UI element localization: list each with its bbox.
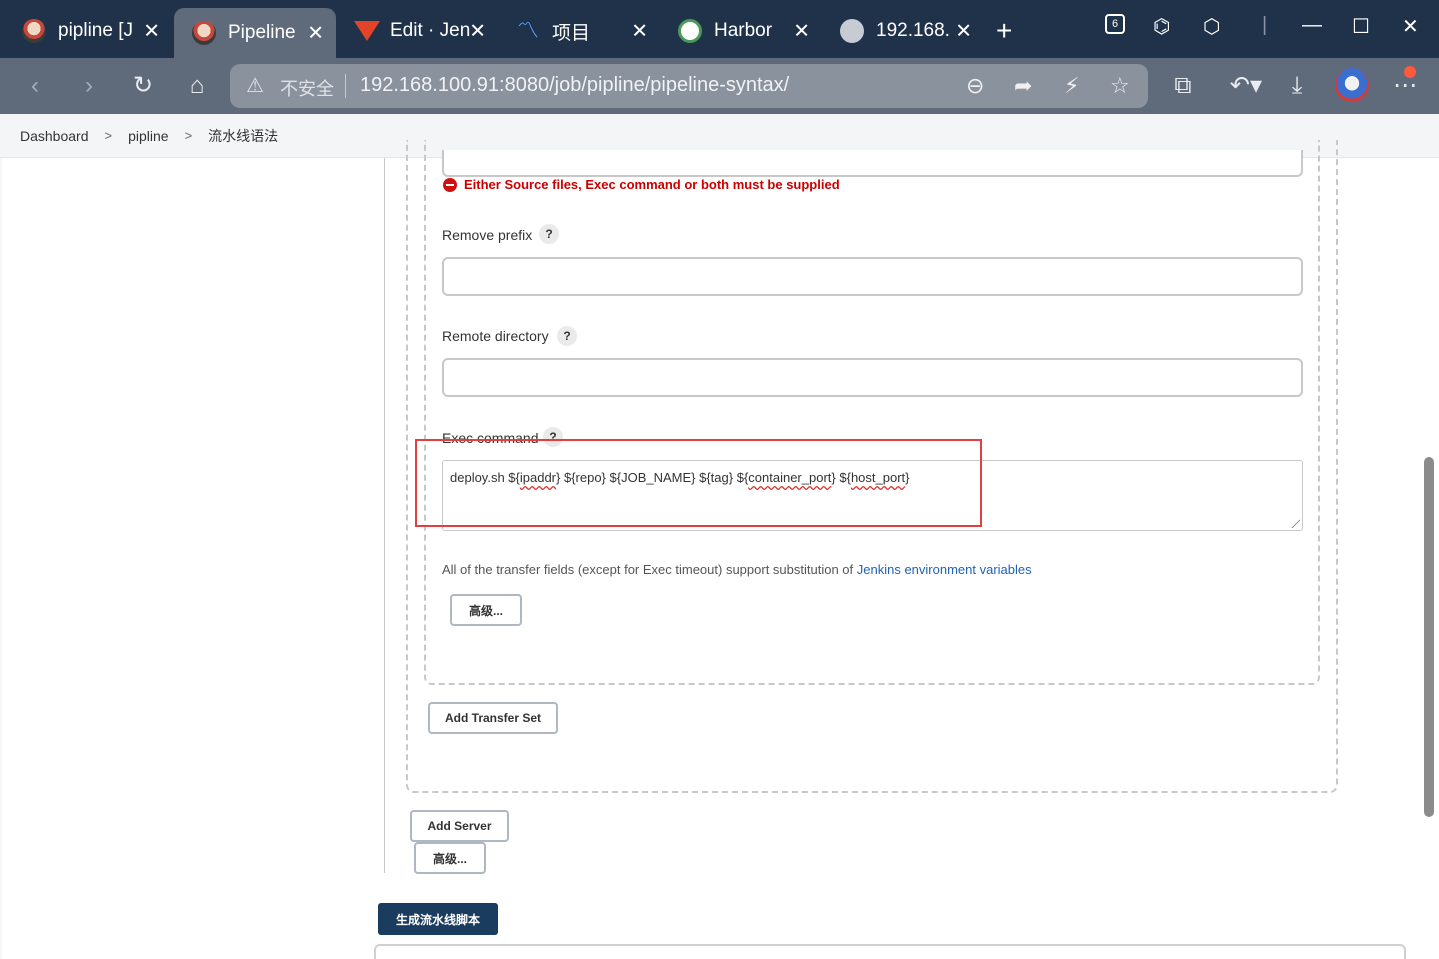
download-icon[interactable]: ⤓: [1282, 72, 1312, 100]
home-icon[interactable]: ⌂: [182, 72, 212, 100]
breadcrumb-pipline[interactable]: pipline: [128, 128, 168, 144]
remove-prefix-input[interactable]: [442, 257, 1303, 296]
tab-search-icon[interactable]: 6: [1105, 14, 1125, 34]
window-close-icon[interactable]: ✕: [1402, 14, 1419, 39]
security-label: 不安全: [280, 79, 334, 99]
divider: [345, 74, 346, 98]
divider: |: [1262, 14, 1268, 36]
breadcrumb-dashboard[interactable]: Dashboard: [20, 128, 89, 144]
tab-pipeline-active[interactable]: Pipeline ✕: [174, 8, 336, 58]
tab-pipline-jenkins[interactable]: pipline [J ✕: [4, 8, 172, 54]
scrollbar-thumb[interactable]: [1424, 457, 1434, 817]
minimize-icon[interactable]: —: [1302, 14, 1322, 37]
remove-prefix-label: Remove prefix: [442, 227, 533, 243]
close-icon[interactable]: ✕: [955, 19, 972, 44]
error-icon: [443, 177, 457, 192]
extensions-icon[interactable]: ⧉: [1168, 72, 1198, 100]
incognito-icon[interactable]: ⌬: [1153, 14, 1170, 39]
close-icon[interactable]: ✕: [143, 19, 160, 44]
add-server-button[interactable]: Add Server: [410, 810, 509, 842]
notification-dot: [1404, 66, 1416, 78]
jenkins-icon: [192, 21, 216, 45]
bookmark-star-icon[interactable]: ☆: [1110, 73, 1130, 99]
advanced-button-server[interactable]: 高级...: [414, 842, 486, 874]
tab-harbor[interactable]: Harbor ✕: [660, 8, 822, 54]
jenkins-env-vars-link[interactable]: Jenkins environment variables: [857, 562, 1032, 577]
add-transfer-set-button[interactable]: Add Transfer Set: [428, 702, 558, 734]
source-files-input[interactable]: [442, 150, 1303, 177]
extension-shirt-icon[interactable]: ⬡: [1203, 14, 1220, 39]
tab-project[interactable]: 〽 项目 ✕: [498, 8, 660, 54]
close-icon[interactable]: ✕: [307, 21, 324, 46]
address-bar[interactable]: ⚠ 不安全 192.168.100.91:8080/job/pipline/pi…: [230, 64, 1148, 108]
chevron-right-icon: >: [184, 128, 193, 143]
browser-tab-strip: pipline [J ✕ Pipeline ✕ Edit · Jen ✕ 〽 项…: [0, 0, 1439, 58]
transfer-set-box: [424, 140, 1320, 685]
help-icon[interactable]: ?: [557, 326, 577, 346]
close-icon[interactable]: ✕: [469, 19, 486, 44]
browser-toolbar: ‹ › ↻ ⌂ ⚠ 不安全 192.168.100.91:8080/job/pi…: [0, 58, 1439, 114]
chevron-right-icon: >: [104, 128, 113, 143]
annotation-highlight-box: [415, 439, 982, 527]
new-tab-icon[interactable]: +: [996, 15, 1012, 47]
zoom-out-icon[interactable]: ⊖: [966, 73, 984, 99]
generate-pipeline-script-button[interactable]: 生成流水线脚本: [378, 903, 498, 935]
gitlab-icon: [354, 19, 380, 43]
generated-script-box: [374, 944, 1406, 959]
harbor-icon: [678, 19, 702, 43]
jenkins-icon: [22, 19, 46, 43]
maximize-icon[interactable]: ☐: [1352, 14, 1370, 39]
back-icon[interactable]: ‹: [20, 72, 50, 100]
section-divider: [384, 158, 385, 873]
help-icon[interactable]: ?: [539, 224, 559, 244]
undo-menu-icon[interactable]: ↶▾: [1226, 72, 1266, 100]
close-icon[interactable]: ✕: [793, 19, 810, 44]
share-icon[interactable]: ➦: [1014, 73, 1032, 99]
warning-icon: ⚠: [246, 75, 264, 97]
tekton-icon: 〽: [516, 18, 539, 43]
error-text: Either Source files, Exec command or bot…: [464, 177, 840, 192]
transfer-fields-note: All of the transfer fields (except for E…: [442, 562, 1032, 577]
page-edge: [0, 158, 2, 959]
breadcrumb-pipeline-syntax[interactable]: 流水线语法: [208, 126, 278, 146]
remote-directory-input[interactable]: [442, 358, 1303, 397]
lightning-icon[interactable]: ⚡: [1064, 73, 1079, 99]
avatar[interactable]: [1335, 68, 1369, 102]
remote-directory-label: Remote directory: [442, 328, 549, 344]
reload-icon[interactable]: ↻: [128, 72, 158, 100]
url-text[interactable]: 192.168.100.91:8080/job/pipline/pipeline…: [360, 74, 789, 97]
globe-icon: [840, 19, 864, 43]
close-icon[interactable]: ✕: [631, 19, 648, 44]
tab-edit-jenkinsfile[interactable]: Edit · Jen ✕: [336, 8, 498, 54]
tab-ip-address[interactable]: 192.168. ✕: [822, 8, 984, 54]
advanced-button-transfer[interactable]: 高级...: [450, 594, 522, 626]
error-message: Either Source files, Exec command or bot…: [443, 177, 840, 192]
resize-handle-icon[interactable]: [1290, 518, 1300, 528]
forward-icon[interactable]: ›: [74, 72, 104, 100]
